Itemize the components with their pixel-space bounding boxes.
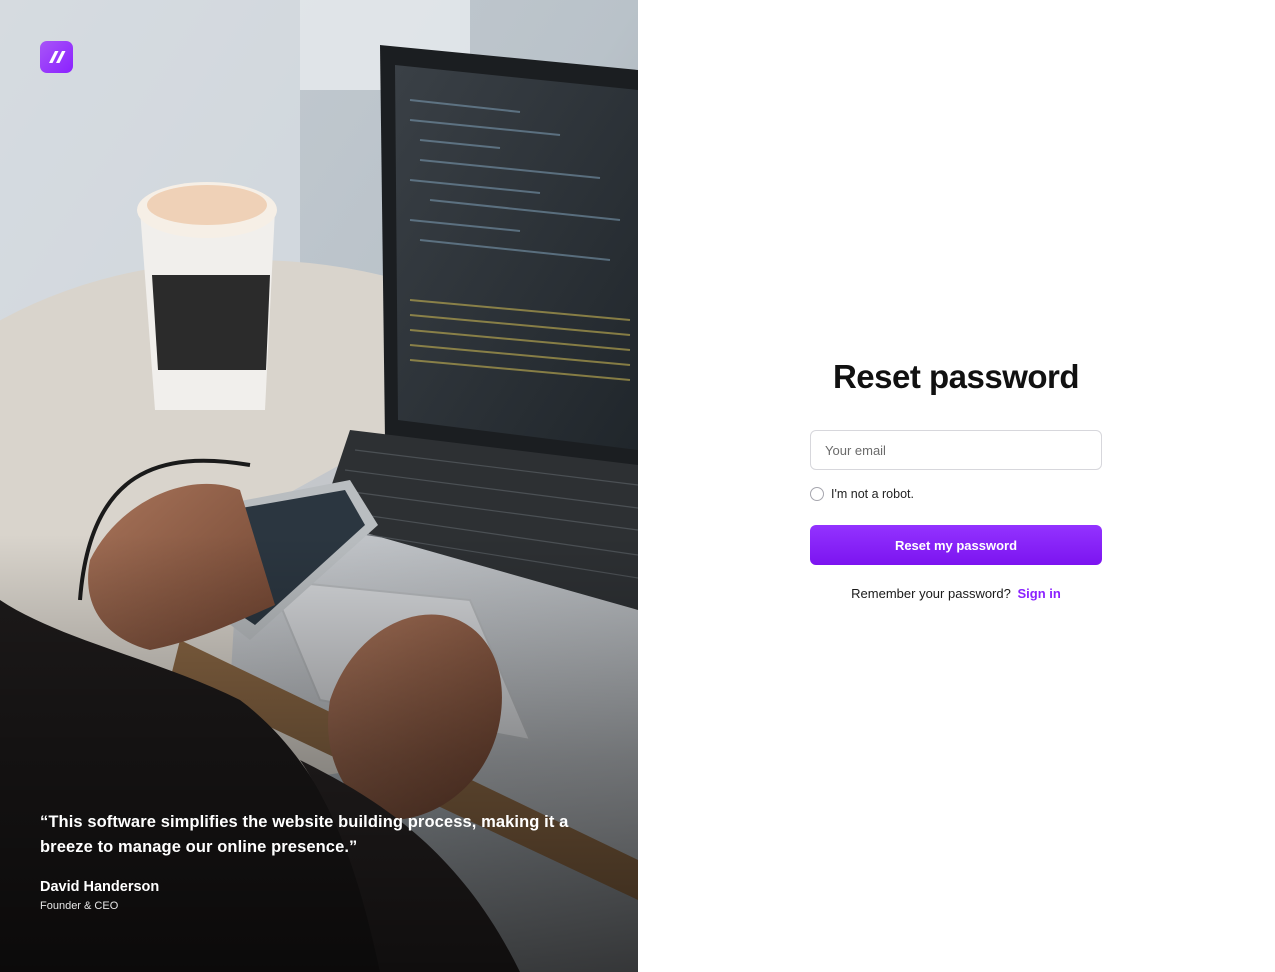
reset-password-button[interactable]: Reset my password	[810, 525, 1102, 565]
reset-password-page: “This software simplifies the website bu…	[0, 0, 1275, 972]
brand-logo-icon[interactable]	[40, 41, 73, 73]
robot-check[interactable]: I'm not a robot.	[810, 486, 1102, 502]
testimonial-quote: “This software simplifies the website bu…	[40, 813, 569, 856]
testimonial-role: Founder & CEO	[40, 900, 119, 912]
robot-label: I'm not a robot.	[831, 487, 914, 501]
remember-password-line: Remember your password? Sign in	[810, 586, 1102, 601]
hero-panel: “This software simplifies the website bu…	[0, 0, 638, 972]
page-title: Reset password	[832, 358, 1080, 395]
reset-password-form: Reset password I'm not a robot. Reset my…	[810, 356, 1102, 601]
form-panel: Reset password I'm not a robot. Reset my…	[638, 0, 1275, 972]
testimonial: “This software simplifies the website bu…	[40, 810, 600, 914]
sign-in-link[interactable]: Sign in	[1017, 586, 1060, 601]
robot-radio[interactable]	[810, 487, 824, 501]
remember-text: Remember your password?	[851, 586, 1011, 601]
email-input[interactable]	[810, 430, 1102, 470]
testimonial-author: David Handerson	[40, 879, 160, 895]
